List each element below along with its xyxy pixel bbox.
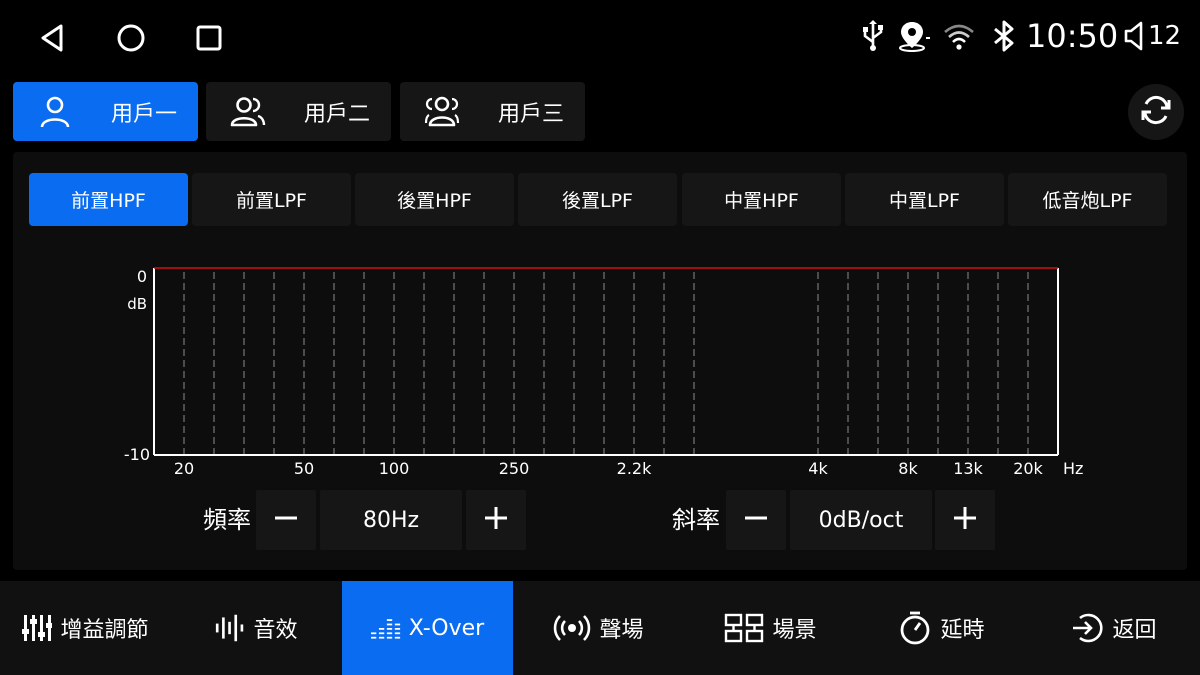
frequency-decrease-button[interactable]: [256, 490, 316, 550]
plus-icon: [484, 506, 508, 534]
minus-icon: [744, 506, 768, 534]
tab-center-hpf[interactable]: 中置HPF: [682, 173, 841, 226]
sliders-icon: [22, 613, 53, 643]
slope-value: 0dB/oct: [790, 490, 932, 550]
tab-rear-lpf[interactable]: 後置LPF: [518, 173, 677, 226]
tab-front-hpf[interactable]: 前置HPF: [29, 173, 188, 226]
slope-increase-button[interactable]: [935, 490, 995, 550]
status-bar: 10:50 12: [0, 0, 1200, 72]
nav-effects[interactable]: 音效: [171, 581, 342, 675]
return-icon: [1070, 613, 1104, 643]
clock: 10:50: [1026, 17, 1119, 55]
slope-decrease-button[interactable]: [726, 490, 786, 550]
reset-button[interactable]: [1128, 84, 1184, 140]
frequency-increase-button[interactable]: [466, 490, 526, 550]
minus-icon: [274, 506, 298, 534]
tab-rear-hpf[interactable]: 後置HPF: [355, 173, 514, 226]
nav-x-over[interactable]: X-Over: [342, 581, 513, 675]
nav-label: 返回: [1112, 618, 1157, 643]
refresh-icon: [1139, 93, 1173, 131]
nav-label: 聲場: [599, 618, 644, 643]
nav-soundfield[interactable]: 聲場: [513, 581, 684, 675]
tab-user-2[interactable]: 用戶二: [206, 82, 391, 141]
frequency-value: 80Hz: [320, 490, 462, 550]
slope-label: 斜率: [672, 506, 720, 534]
plus-icon: [953, 506, 977, 534]
user-icon: [35, 92, 75, 132]
tab-front-lpf[interactable]: 前置LPF: [192, 173, 351, 226]
back-icon[interactable]: [32, 18, 72, 58]
tab-user-label: 用戶二: [304, 101, 371, 127]
nav-label: 延時: [940, 618, 985, 643]
tab-subwoofer-lpf[interactable]: 低音炮LPF: [1008, 173, 1167, 226]
nav-label: 增益調節: [60, 618, 149, 643]
timer-icon: [898, 611, 932, 645]
crossover-bars-icon: [370, 613, 401, 643]
bluetooth-icon: [990, 18, 1018, 54]
tab-user-1[interactable]: 用戶一: [13, 82, 198, 141]
nav-scene[interactable]: 場景: [685, 581, 856, 675]
nav-label: 音效: [253, 618, 298, 643]
nav-label: 場景: [772, 618, 817, 643]
scene-icon: [724, 613, 764, 643]
tab-center-lpf[interactable]: 中置LPF: [845, 173, 1004, 226]
tab-user-label: 用戶三: [498, 101, 565, 127]
nav-gain[interactable]: 增益調節: [0, 581, 171, 675]
nav-return[interactable]: 返回: [1028, 581, 1199, 675]
usb-icon: [858, 18, 888, 54]
soundfield-icon: [553, 613, 591, 643]
users-pair-icon: [228, 92, 268, 132]
nav-delay[interactable]: 延時: [856, 581, 1027, 675]
volume-icon[interactable]: [1120, 18, 1148, 54]
wifi-icon: [942, 18, 976, 54]
recents-icon[interactable]: [189, 18, 229, 58]
volume-level: 12: [1148, 21, 1182, 51]
nav-label: X-Over: [408, 615, 485, 641]
home-icon[interactable]: [111, 18, 151, 58]
frequency-label: 頻率: [203, 506, 251, 534]
users-group-icon: [422, 92, 462, 132]
location-icon: [894, 18, 934, 54]
waveform-icon: [215, 613, 245, 643]
tab-user-3[interactable]: 用戶三: [400, 82, 585, 141]
tab-user-label: 用戶一: [111, 101, 178, 127]
